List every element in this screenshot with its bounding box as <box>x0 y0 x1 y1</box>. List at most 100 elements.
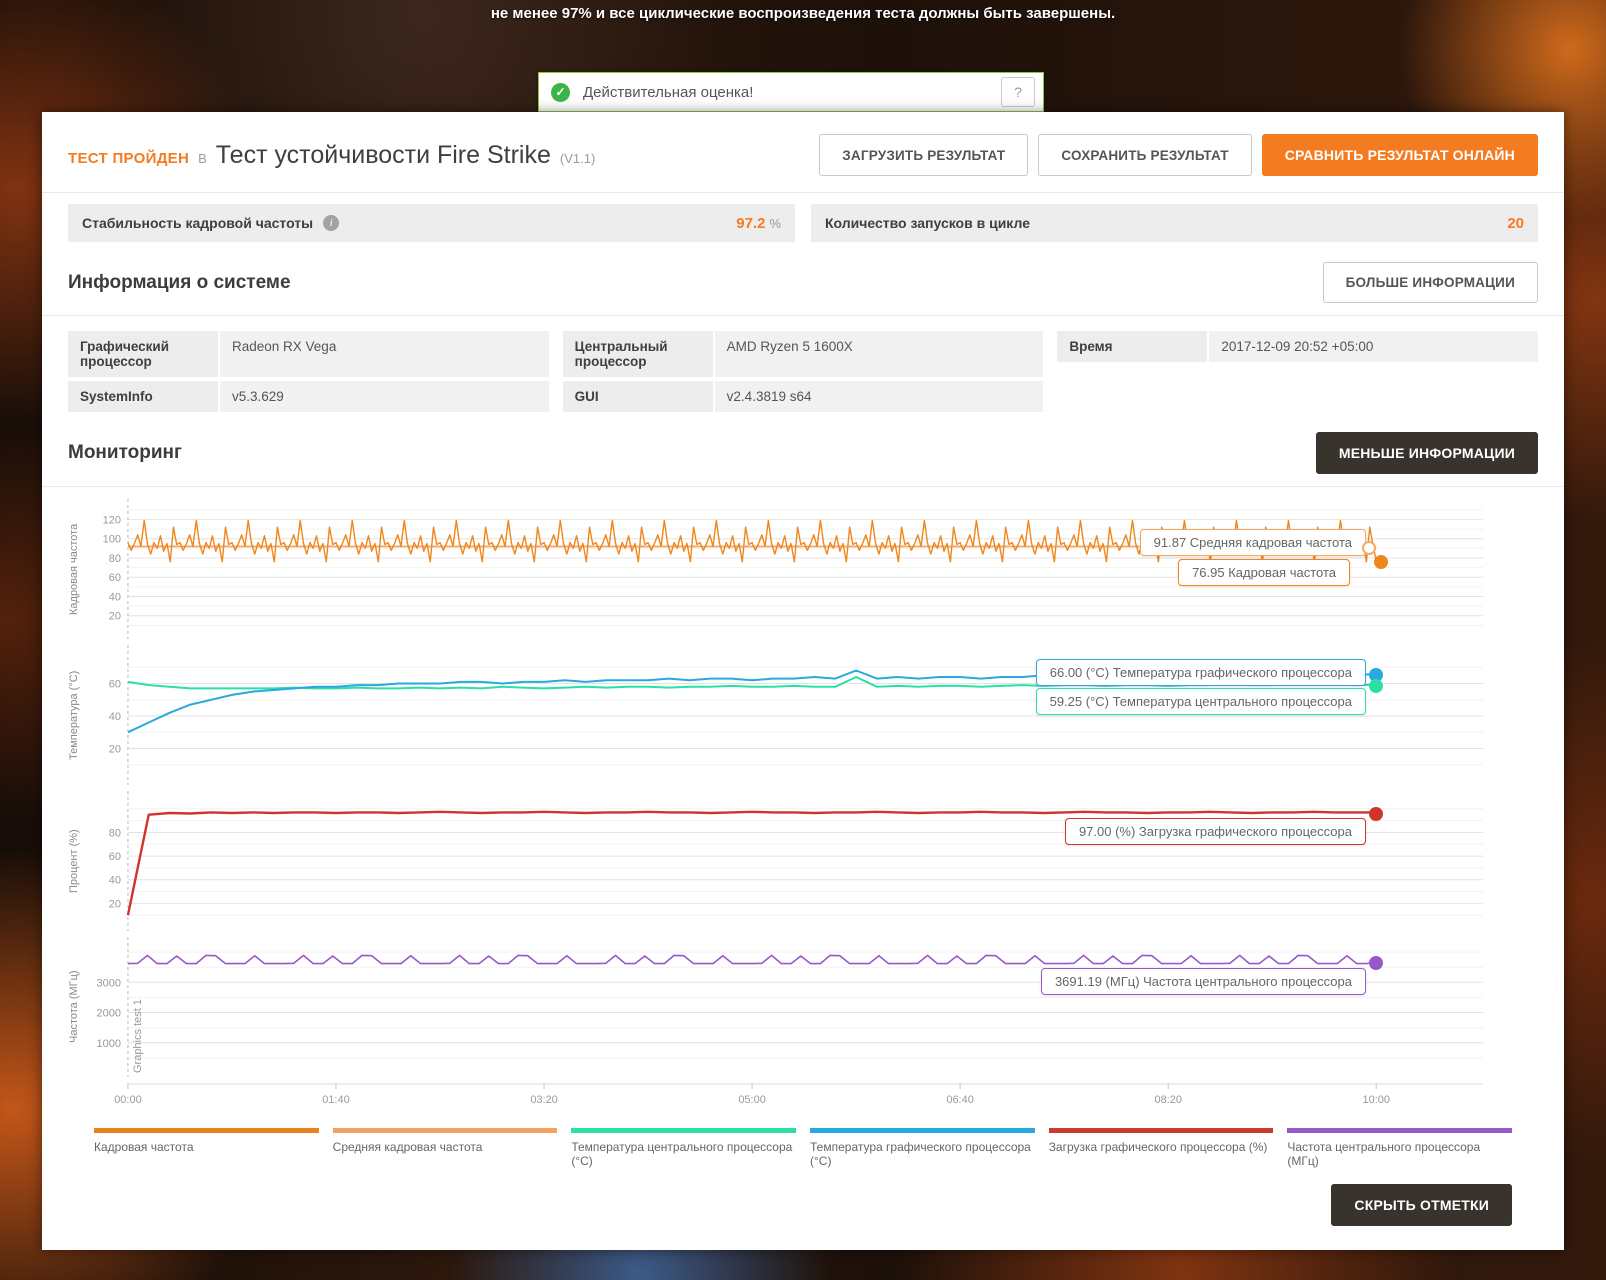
svg-text:3000: 3000 <box>97 977 121 989</box>
chart-gpu-load: Процент (%) 20 40 60 80 97.00 (%) Загрузка … <box>68 791 1538 931</box>
sys-group-cpu: Центральный процессор AMD Ryzen 5 1600X … <box>562 331 1044 412</box>
hide-marks-button[interactable]: СКРЫТЬ ОТМЕТКИ <box>1331 1184 1512 1226</box>
legend-item[interactable]: Загрузка графического процессора (%) <box>1048 1128 1274 1168</box>
chart-legend: Кадровая частота Средняя кадровая частота… <box>68 1114 1538 1168</box>
result-card: ТЕСТ ПРОЙДЕН В Тест устойчивости Fire St… <box>42 112 1564 1250</box>
svg-text:80: 80 <box>109 553 121 565</box>
legend-label: Частота центрального процессора (МГц) <box>1287 1140 1481 1168</box>
gpu-value: Radeon RX Vega <box>220 331 549 377</box>
svg-text:Graphics test 1: Graphics test 1 <box>132 999 144 1073</box>
test-title-block: ТЕСТ ПРОЙДЕН В Тест устойчивости Fire St… <box>68 141 595 170</box>
less-info-button[interactable]: МЕНЬШЕ ИНФОРМАЦИИ <box>1315 432 1538 474</box>
svg-text:60: 60 <box>109 851 121 863</box>
svg-text:08:20: 08:20 <box>1154 1094 1181 1106</box>
legend-label: Температура центрального процессора (°C) <box>571 1140 793 1168</box>
svg-text:120: 120 <box>103 514 121 526</box>
monitoring-heading: Мониторинг <box>68 442 182 463</box>
system-info-heading: Информация о системе <box>68 271 291 293</box>
chart-framerate: Кадровая частота 20 40 60 80 100 120 91.87 Ср… <box>68 499 1538 639</box>
gui-value: v2.4.3819 s64 <box>714 381 1044 412</box>
test-version: (V1.1) <box>559 150 596 166</box>
alert-text: Действительная оценка! <box>583 83 754 101</box>
systeminfo-label: SystemInfo <box>68 381 218 412</box>
y-axis-label: Кадровая частота <box>68 523 80 615</box>
info-icon[interactable]: i <box>323 215 340 231</box>
time-label: Время <box>1057 331 1208 362</box>
valid-score-alert: ✓ Действительная оценка! ? <box>538 72 1044 112</box>
marker-cpu-freq <box>1369 956 1383 970</box>
svg-text:1000: 1000 <box>97 1038 121 1050</box>
gpu-load-plot: 20 40 60 80 <box>88 791 1538 931</box>
svg-text:06:40: 06:40 <box>946 1094 973 1106</box>
legend-swatch <box>1287 1128 1513 1133</box>
svg-text:80: 80 <box>109 827 121 839</box>
marker-gpu-load <box>1369 807 1383 821</box>
svg-text:10:00: 10:00 <box>1362 1094 1389 1106</box>
svg-text:20: 20 <box>109 898 121 910</box>
legend-item[interactable]: Кадровая частота <box>94 1128 319 1168</box>
more-info-button[interactable]: БОЛЬШЕ ИНФОРМАЦИИ <box>1322 262 1538 303</box>
tooltip-cpu-temp: 59.25 (°C) Температура центрального проц… <box>1035 688 1366 715</box>
tooltip-gpu-temp: 66.00 (°C) Температура графического проц… <box>1035 659 1366 686</box>
legend-label: Кадровая частота <box>94 1140 194 1154</box>
cpu-label: Центральный процессор <box>562 331 713 377</box>
system-info-header: Информация о системе БОЛЬШЕ ИНФОРМАЦИИ <box>42 242 1564 315</box>
marker-framerate <box>1374 555 1388 569</box>
save-result-button[interactable]: СОХРАНИТЬ РЕЗУЛЬТАТ <box>1038 134 1252 176</box>
sys-group-gpu: Графический процессор Radeon RX Vega Sys… <box>68 331 549 412</box>
svg-text:20: 20 <box>109 743 121 755</box>
marker-avg-framerate <box>1362 541 1376 555</box>
loop-count-bar: Количество запусков в цикле 20 <box>811 204 1538 242</box>
tooltip-avg-framerate: 91.87 Средняя кадровая частота <box>1139 529 1366 556</box>
legend-swatch <box>332 1128 558 1133</box>
legend-swatch <box>94 1128 319 1133</box>
legend-item[interactable]: Температура графического процессора (°C) <box>810 1128 1035 1168</box>
tooltip-gpu-load: 97.00 (%) Загрузка графического процессо… <box>1064 818 1366 845</box>
time-value: 2017-12-09 20:52 +05:00 <box>1209 331 1539 362</box>
systeminfo-value: v5.3.629 <box>220 381 549 412</box>
legend-swatch <box>571 1128 797 1133</box>
load-result-button[interactable]: ЗАГРУЗИТЬ РЕЗУЛЬТАТ <box>819 134 1029 176</box>
svg-text:20: 20 <box>109 611 121 623</box>
stat-value: 20 <box>1507 214 1524 232</box>
svg-text:40: 40 <box>109 591 121 603</box>
svg-text:00:00: 00:00 <box>114 1094 141 1106</box>
page-title: Тест устойчивости Fire Strike <box>215 140 551 169</box>
chart-temperature: Температура (°C) 20 40 60 66.00 (°C) Темпе… <box>68 645 1538 785</box>
page-background: не менее 97% и все циклические воспроизв… <box>0 0 1606 1280</box>
stats-row: Стабильность кадровой частоты i 97.2 % К… <box>42 193 1564 242</box>
card-header: ТЕСТ ПРОЙДЕН В Тест устойчивости Fire St… <box>42 112 1564 192</box>
monitoring-header: Мониторинг МЕНЬШЕ ИНФОРМАЦИИ <box>42 412 1564 486</box>
svg-text:60: 60 <box>109 572 121 584</box>
legend-label: Средняя кадровая частота <box>332 1140 483 1154</box>
stat-value: 97.2 <box>736 214 766 232</box>
legend-swatch <box>810 1128 1035 1133</box>
legend-item[interactable]: Температура центрального процессора (°C) <box>571 1128 797 1168</box>
svg-text:01:40: 01:40 <box>322 1094 349 1106</box>
svg-text:40: 40 <box>109 711 121 723</box>
svg-text:40: 40 <box>109 875 121 887</box>
legend-label: Загрузка графического процессора (%) <box>1048 1140 1268 1154</box>
stat-unit: % <box>769 215 781 231</box>
legend-label: Температура графического процессора (°C) <box>810 1140 1031 1168</box>
legend-item[interactable]: Частота центрального процессора (МГц) <box>1287 1128 1513 1168</box>
compare-online-button[interactable]: СРАВНИТЬ РЕЗУЛЬТАТ ОНЛАЙН <box>1261 134 1538 176</box>
svg-text:03:20: 03:20 <box>530 1094 557 1106</box>
header-buttons: ЗАГРУЗИТЬ РЕЗУЛЬТАТ СОХРАНИТЬ РЕЗУЛЬТАТ … <box>819 134 1538 176</box>
svg-text:05:00: 05:00 <box>738 1094 765 1106</box>
marker-cpu-temp <box>1369 679 1383 693</box>
legend-item[interactable]: Средняя кадровая частота <box>332 1128 558 1168</box>
instruction-text: не менее 97% и все циклические воспроизв… <box>490 5 1116 22</box>
tooltip-framerate: 76.95 Кадровая частота <box>1178 559 1350 586</box>
x-axis: 00:00 01:40 03:20 05:00 06:40 08:20 10:00 <box>88 1083 1538 1114</box>
check-circle-icon: ✓ <box>551 82 570 102</box>
charts: Кадровая частота 20 40 60 80 100 120 91.87 Ср… <box>42 487 1564 1226</box>
stat-label: Стабильность кадровой частоты <box>82 215 314 231</box>
y-axis-label: Частота (МГц) <box>68 970 80 1044</box>
svg-text:100: 100 <box>103 534 121 546</box>
help-button[interactable]: ? <box>1001 77 1035 107</box>
hide-marks-row: СКРЫТЬ ОТМЕТКИ <box>68 1168 1538 1226</box>
framerate-stability-bar: Стабильность кадровой частоты i 97.2 % <box>68 204 795 242</box>
cpu-value: AMD Ryzen 5 1600X <box>714 331 1044 377</box>
stat-label: Количество запусков в цикле <box>825 215 1030 231</box>
